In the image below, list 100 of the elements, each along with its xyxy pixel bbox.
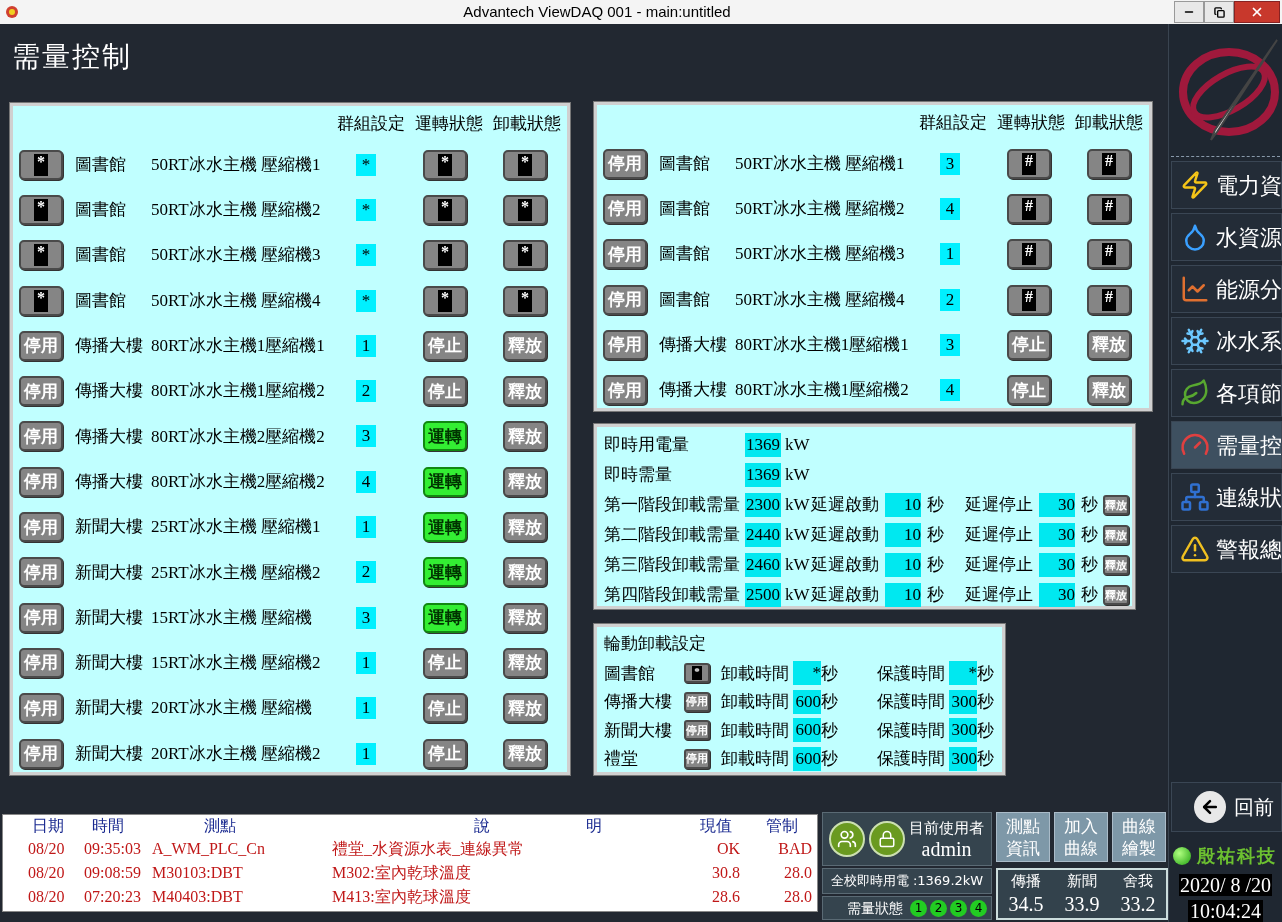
panel-button[interactable]: * [503,240,547,271]
panel-button[interactable]: 停止 [423,376,467,407]
small-button[interactable]: 停用 [684,720,710,741]
lock-button[interactable] [869,821,905,857]
panel-button[interactable]: # [1007,148,1051,179]
panel-button[interactable]: 釋放 [503,330,547,361]
panel-button[interactable]: 停用 [19,693,63,724]
user-name: admin [921,838,972,860]
small-button[interactable]: 釋放 [1103,585,1129,605]
panel-button[interactable]: 停用 [603,239,647,270]
small-button[interactable]: 停用 [684,748,710,769]
panel-button[interactable]: 釋放 [503,738,547,769]
panel-button[interactable]: 停用 [19,557,63,588]
small-button[interactable]: 釋放 [1103,525,1129,545]
panel-button[interactable]: # [1087,284,1131,315]
panel-button[interactable]: 停止 [423,738,467,769]
panel-button[interactable]: # [1007,239,1051,270]
panel-button[interactable]: 停用 [19,421,63,452]
small-button[interactable]: * [684,663,710,684]
label: 延遲停止 [965,524,1034,547]
panel-button[interactable]: 停止 [1007,375,1051,406]
panel-button[interactable]: 運轉 [423,512,467,542]
group-value: 3 [940,152,960,175]
tool-button[interactable]: 加入 曲線 [1054,812,1108,862]
panel-button[interactable]: * [423,194,467,225]
panel-button[interactable]: 釋放 [503,466,547,497]
panel-button[interactable]: * [423,285,467,316]
unit-label: 秒 [1081,554,1099,577]
panel-button[interactable]: 停用 [19,330,63,361]
nav-item[interactable]: 能源分 [1171,265,1282,313]
nav-item[interactable]: 需量控 [1171,421,1282,469]
small-button[interactable]: 釋放 [1103,495,1129,515]
panel-button[interactable]: 停用 [19,512,63,542]
users-button[interactable] [829,821,865,857]
unit-name: 50RT冰水主機 壓縮機4 [735,288,906,311]
table-cell-text: 28.6 [711,887,740,907]
label: 延遲啟動 [811,524,880,547]
panel-button[interactable]: 停用 [603,193,647,224]
panel-button[interactable]: 運轉 [423,557,467,588]
panel-button[interactable]: 釋放 [503,376,547,407]
value-field: 2460 [745,553,781,577]
panel-button[interactable]: * [19,194,63,225]
panel-button[interactable]: 停用 [603,148,647,179]
panel-button[interactable]: 停用 [19,602,63,633]
date-display: 2020/ 8 /20 [1178,874,1273,896]
panel-button[interactable]: 釋放 [503,557,547,588]
panel-button[interactable]: 釋放 [1087,329,1131,360]
panel-button[interactable]: # [1087,148,1131,179]
close-button[interactable] [1234,1,1280,23]
panel-button[interactable]: 釋放 [503,647,547,678]
value-field: 600 [793,689,821,714]
panel-button[interactable]: * [503,285,547,316]
panel-button[interactable]: 運轉 [423,466,467,497]
panel-button[interactable]: 停用 [19,647,63,678]
panel-button[interactable]: 停止 [423,693,467,724]
panel-button[interactable]: 釋放 [503,421,547,452]
panel-button[interactable]: 釋放 [503,512,547,542]
tool-button[interactable]: 曲線 繪製 [1112,812,1166,862]
panel-button[interactable]: 停用 [603,284,647,315]
panel-button[interactable]: # [1087,239,1131,270]
panel-button[interactable]: * [423,149,467,180]
window-title: Advantech ViewDAQ 001 - main:untitled [462,1,732,22]
small-button[interactable]: 釋放 [1103,555,1129,575]
panel-button[interactable]: # [1087,193,1131,224]
panel-button[interactable]: # [1007,284,1051,315]
table-cell-text: M30103:DBT [152,863,244,883]
nav-item[interactable]: 各項節 [1171,369,1282,417]
nav-item[interactable]: 警報總 [1171,525,1282,573]
nav-item[interactable]: 水資源 [1171,213,1282,261]
panel-button[interactable]: * [19,240,63,271]
panel-button[interactable]: 停止 [423,330,467,361]
panel-button[interactable]: 運轉 [423,602,467,633]
nav-item[interactable]: 電力資 [1171,161,1282,209]
panel-button[interactable]: 釋放 [1087,375,1131,406]
panel-button[interactable]: 停用 [603,375,647,406]
unit-label: kW [785,554,811,577]
panel-button[interactable]: * [19,285,63,316]
panel-button[interactable]: # [1007,193,1051,224]
panel-button[interactable]: 停止 [1007,329,1051,360]
panel-button[interactable]: 停用 [603,329,647,360]
panel-button[interactable]: * [19,149,63,180]
tool-button[interactable]: 測點 資訊 [996,812,1050,862]
panel-button[interactable]: 停用 [19,376,63,407]
panel-button[interactable]: 停用 [19,738,63,769]
nav-item[interactable]: 冰水系 [1171,317,1282,365]
panel-button[interactable]: * [423,240,467,271]
panel-button[interactable]: 停止 [423,647,467,678]
restore-button[interactable] [1204,1,1234,23]
panel-button[interactable]: 釋放 [503,602,547,633]
panel-button[interactable]: * [503,149,547,180]
panel-button[interactable]: 停用 [19,466,63,497]
panel-button[interactable]: 釋放 [503,693,547,724]
value-field: 2500 [745,583,781,607]
panel-button[interactable]: * [503,194,547,225]
minimize-button[interactable] [1174,1,1204,23]
back-button[interactable]: 回前 [1171,782,1282,832]
label: 延遲啟動 [811,584,880,607]
nav-item[interactable]: 連線狀 [1171,473,1282,521]
small-button[interactable]: 停用 [684,691,710,712]
panel-button[interactable]: 運轉 [423,421,467,452]
